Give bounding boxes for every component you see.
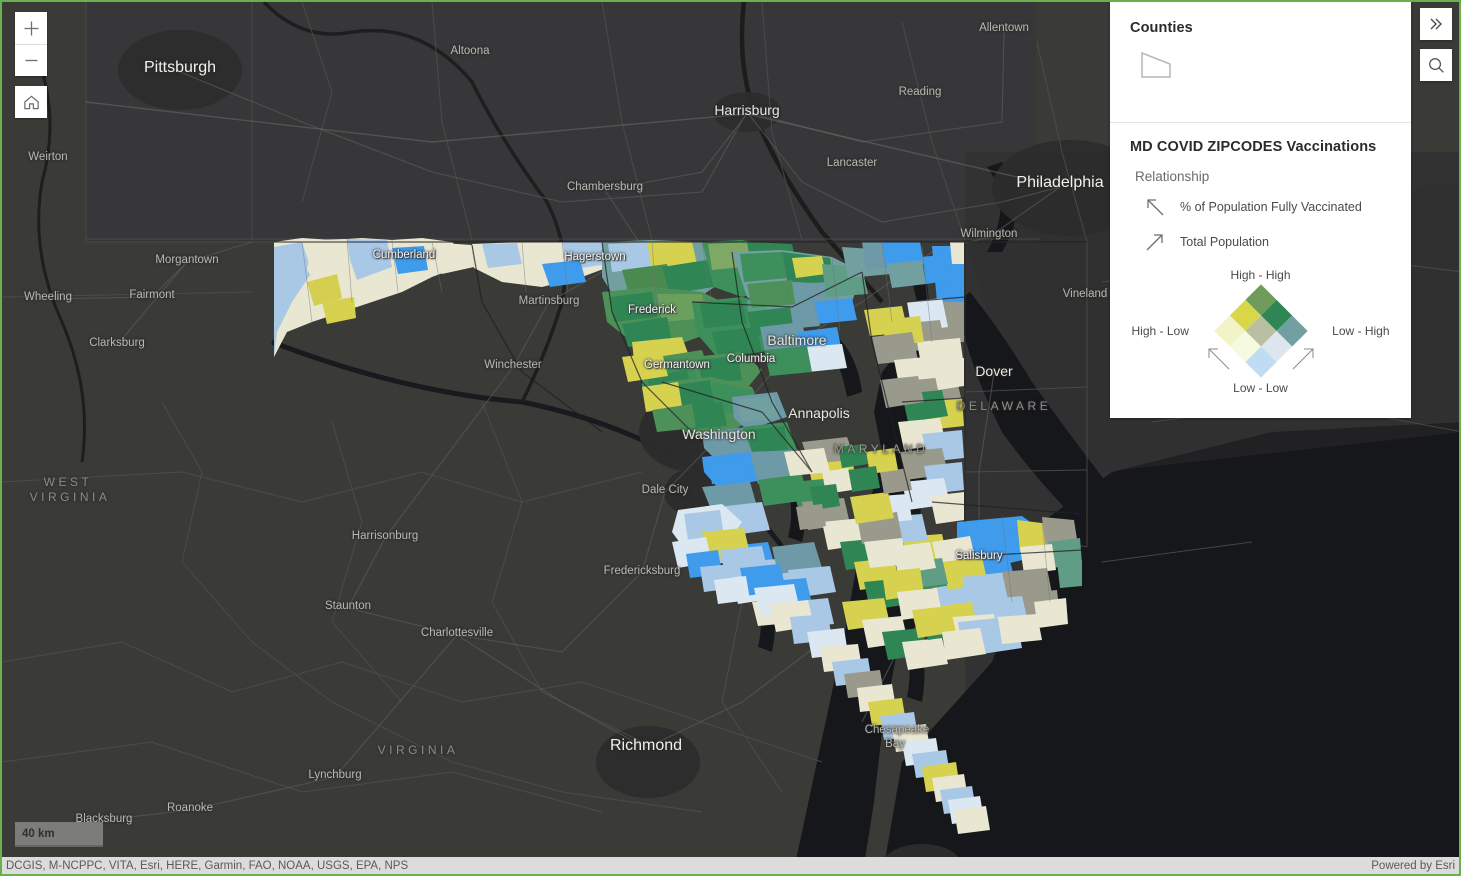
zoom-in-button[interactable] — [15, 12, 47, 44]
legend-corner-high-high: High - High — [1230, 268, 1291, 282]
expand-panel-button[interactable] — [1420, 8, 1452, 40]
counties-layer-title: Counties — [1130, 20, 1193, 36]
legend-section-counties: Counties — [1110, 2, 1411, 123]
search-button[interactable] — [1420, 49, 1452, 81]
scale-bar: 40 km — [15, 822, 103, 847]
scale-bar-box: 40 km — [15, 822, 103, 847]
legend-corner-low-high: Low - High — [1332, 324, 1390, 338]
legend-panel[interactable]: Counties MD COVID ZIPCODES Vaccinations … — [1110, 2, 1411, 418]
map-tools — [1420, 8, 1452, 81]
relationship-subtitle: Relationship — [1135, 169, 1210, 184]
minus-icon — [25, 59, 37, 62]
relationship-variable-row: Total Population — [1130, 231, 1391, 253]
double-chevron-right-icon — [1430, 18, 1442, 30]
plus-icon — [24, 21, 38, 35]
vaccinations-layer-title: MD COVID ZIPCODES Vaccinations — [1130, 139, 1377, 155]
zoom-out-button[interactable] — [15, 44, 47, 76]
home-icon — [23, 95, 39, 109]
counties-polygon-swatch — [1140, 50, 1391, 85]
map-application: Weirton Wheeling Pittsburgh Altoona Harrisbu… — [0, 0, 1461, 876]
arrow-up-right-small-icon — [1290, 344, 1318, 372]
arrow-up-left-icon — [1144, 196, 1166, 218]
zoom-controls — [15, 12, 47, 76]
search-icon — [1428, 57, 1444, 73]
attribution-text: DCGIS, M-NCPPC, VITA, Esri, HERE, Garmin… — [6, 859, 409, 872]
legend-corner-low-low: Low - Low — [1233, 381, 1288, 395]
legend-section-vaccinations: MD COVID ZIPCODES Vaccinations Relations… — [1110, 123, 1411, 418]
legend-corner-high-low: High - Low — [1131, 324, 1189, 338]
bivariate-legend[interactable]: High - High High - Low Low - High Low - … — [1131, 266, 1391, 396]
relationship-variable-row: % of Population Fully Vaccinated — [1130, 196, 1391, 218]
arrow-up-right-icon — [1144, 231, 1166, 253]
variable-label-population: Total Population — [1180, 235, 1269, 249]
arrow-up-left-small-icon — [1204, 344, 1232, 372]
attribution-bar: DCGIS, M-NCPPC, VITA, Esri, HERE, Garmin… — [2, 857, 1459, 874]
powered-by-esri[interactable]: Powered by Esri — [1371, 860, 1455, 872]
scale-bar-label: 40 km — [22, 828, 55, 840]
home-button[interactable] — [15, 86, 47, 118]
variable-label-vaccinated: % of Population Fully Vaccinated — [1180, 200, 1362, 214]
